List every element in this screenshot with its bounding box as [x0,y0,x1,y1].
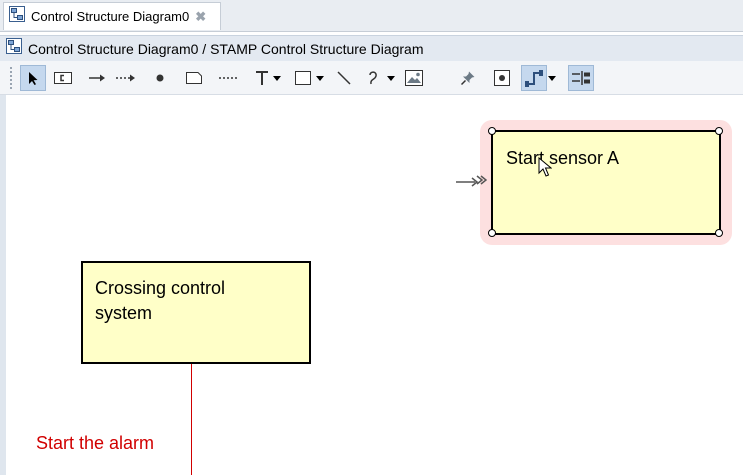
connector-style-icon[interactable] [521,65,547,91]
editor-tab[interactable]: Control Structure Diagram0 ✖ [3,2,221,30]
diagram-breadcrumb-bar: Control Structure Diagram0 / STAMP Contr… [0,35,743,61]
controller-label-line-2: system [95,303,153,323]
diagram-icon [9,6,25,27]
line-icon[interactable] [331,65,357,91]
toolbar-grip[interactable] [10,67,15,89]
controller-label-line-1: Crossing control [95,278,226,298]
control-action-line[interactable] [191,364,192,475]
editor-tabstrip: Control Structure Diagram0 ✖ [0,0,743,32]
shape-dropdown-chevron-down-icon[interactable] [313,65,327,91]
controller-block-label: Crossing control system [95,276,225,326]
select-arrow-icon[interactable] [20,65,46,91]
resize-handle-top-left[interactable] [488,127,496,135]
connection-arrow-icon[interactable] [455,173,488,194]
image-icon[interactable] [401,65,427,91]
freeform-icon[interactable] [360,65,386,91]
close-icon[interactable]: ✖ [195,9,206,25]
control-action-arrow-icon[interactable] [84,65,110,91]
snap-icon[interactable] [489,65,515,91]
sensor-block-start-sensor-a[interactable]: Start sensor A [491,130,721,235]
resize-handle-bottom-right[interactable] [715,229,723,237]
tab-label: Control Structure Diagram0 [31,9,190,24]
text-dropdown-chevron-down-icon[interactable] [270,65,284,91]
canvas-left-edge [0,95,6,475]
breadcrumb: Control Structure Diagram0 / STAMP Contr… [28,40,424,57]
controller-icon[interactable] [50,65,76,91]
mouse-cursor-icon [538,156,553,182]
dotted-line-icon[interactable] [215,65,241,91]
controller-block-crossing-control-system[interactable]: Crossing control system [81,261,311,364]
align-icon[interactable] [568,65,594,91]
feedback-dashed-arrow-icon[interactable] [113,65,139,91]
note-icon[interactable] [181,65,207,91]
pin-icon[interactable] [455,65,481,91]
diagram-icon [6,38,22,59]
freeform-dropdown-chevron-down-icon[interactable] [384,65,398,91]
dot-icon[interactable] [147,65,173,91]
connector-dropdown-chevron-down-icon[interactable] [545,65,559,91]
sensor-block-label: Start sensor A [506,148,620,168]
control-action-label[interactable]: Start the alarm [36,433,154,454]
diagram-toolbar [0,61,743,95]
resize-handle-top-right[interactable] [715,127,723,135]
resize-handle-bottom-left[interactable] [488,229,496,237]
